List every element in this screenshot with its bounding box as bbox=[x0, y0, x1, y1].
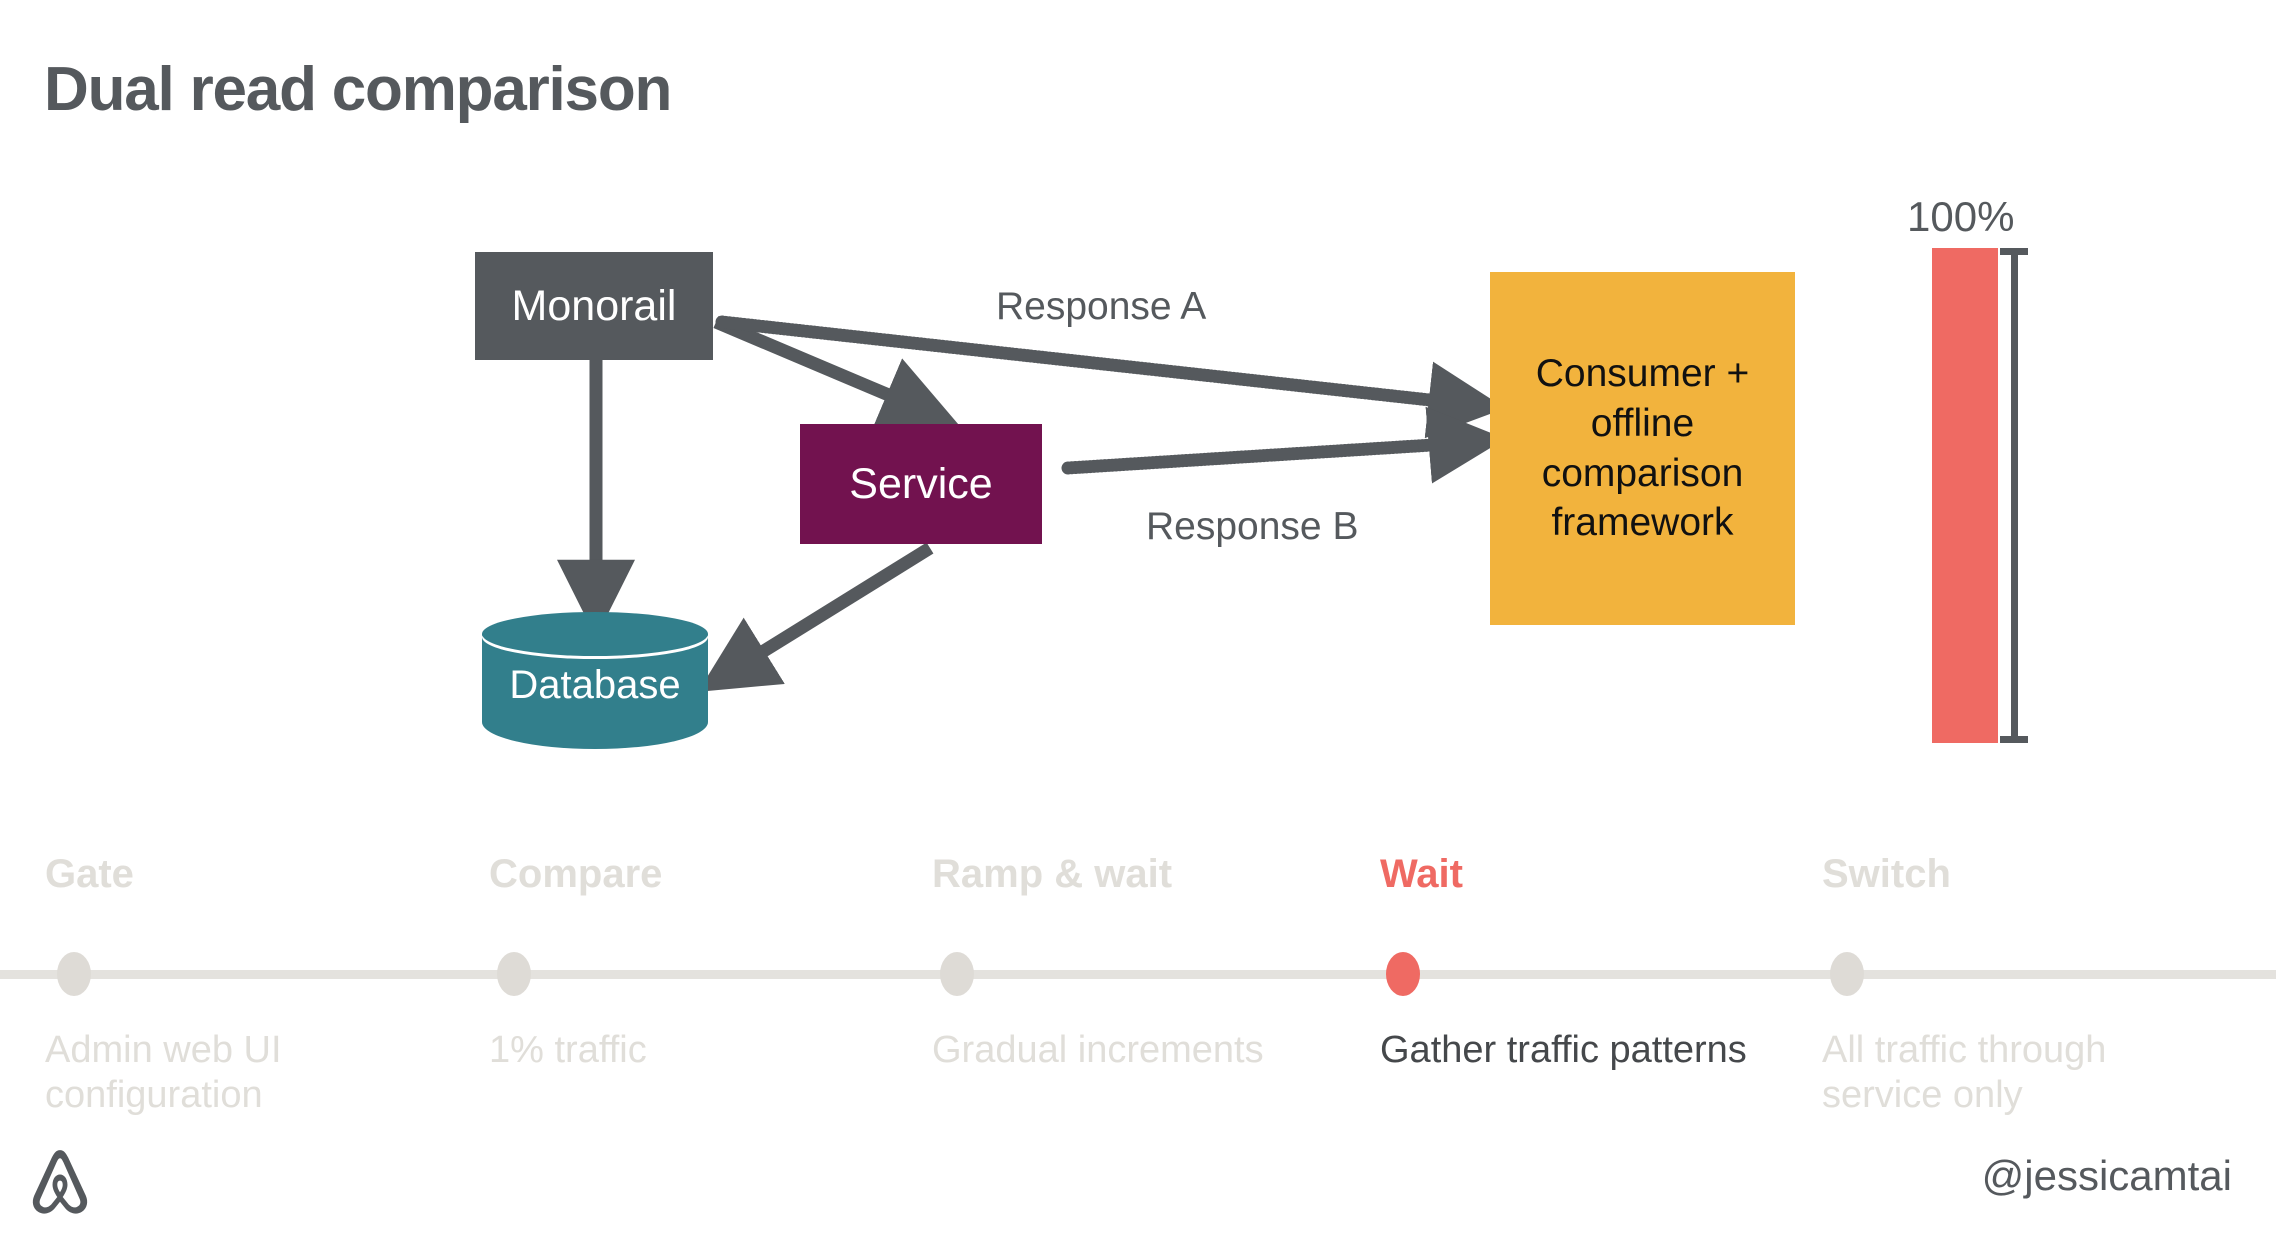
timeline-step-description: 1% traffic bbox=[489, 1029, 647, 1071]
edge-label-response-b: Response B bbox=[1146, 505, 1359, 548]
database-cylinder-top bbox=[482, 612, 708, 656]
timeline-step-dot[interactable] bbox=[1386, 952, 1420, 996]
timeline-step-title: Ramp & wait bbox=[932, 852, 1173, 896]
timeline-step-dot[interactable] bbox=[1830, 952, 1864, 996]
architecture-diagram: Monorail Service Database Consumer + off… bbox=[0, 0, 2276, 840]
edge-response-b-dotted bbox=[1061, 437, 1455, 475]
traffic-volume-bar bbox=[1932, 248, 1998, 743]
timeline-step-title: Switch bbox=[1822, 852, 1951, 896]
edge-response-a-dotted bbox=[715, 315, 1455, 409]
node-consumer-framework bbox=[1490, 272, 1795, 625]
airbnb-logo bbox=[32, 1150, 88, 1214]
timeline-step-description: All traffic through service only bbox=[1822, 1029, 2107, 1116]
edge-service-to-database bbox=[697, 542, 934, 692]
node-monorail bbox=[475, 252, 713, 360]
node-service bbox=[800, 424, 1042, 544]
edge-response-a-arrow bbox=[1419, 361, 1506, 439]
timeline-step-description: Gather traffic patterns bbox=[1380, 1029, 1747, 1071]
timeline-step-title: Compare bbox=[489, 852, 663, 896]
edge-label-response-a: Response A bbox=[996, 285, 1207, 328]
node-database bbox=[482, 612, 708, 749]
timeline-rail bbox=[0, 970, 2276, 979]
slide-canvas: Dual read comparison Monorail Service Da… bbox=[0, 0, 2276, 1236]
edge-response-b-arrow bbox=[1417, 406, 1506, 484]
traffic-percent-label: 100% bbox=[1907, 193, 2015, 240]
timeline-step-title: Wait bbox=[1380, 852, 1463, 896]
timeline-step-dot[interactable] bbox=[940, 952, 974, 996]
rollout-timeline: Gate Admin web UI configuration Compare … bbox=[0, 840, 2276, 1130]
timeline-step-description: Admin web UI configuration bbox=[45, 1029, 282, 1116]
author-handle: @jessicamtai bbox=[1981, 1152, 2232, 1199]
timeline-step-title: Gate bbox=[45, 852, 134, 896]
measurement-bracket-icon bbox=[2000, 248, 2028, 743]
bracket-cap-bottom bbox=[2000, 736, 2028, 743]
bracket-stem bbox=[2011, 248, 2018, 743]
timeline-step-dot[interactable] bbox=[497, 952, 531, 996]
timeline-step-dot[interactable] bbox=[57, 952, 91, 996]
timeline-step-description: Gradual increments bbox=[932, 1029, 1264, 1071]
